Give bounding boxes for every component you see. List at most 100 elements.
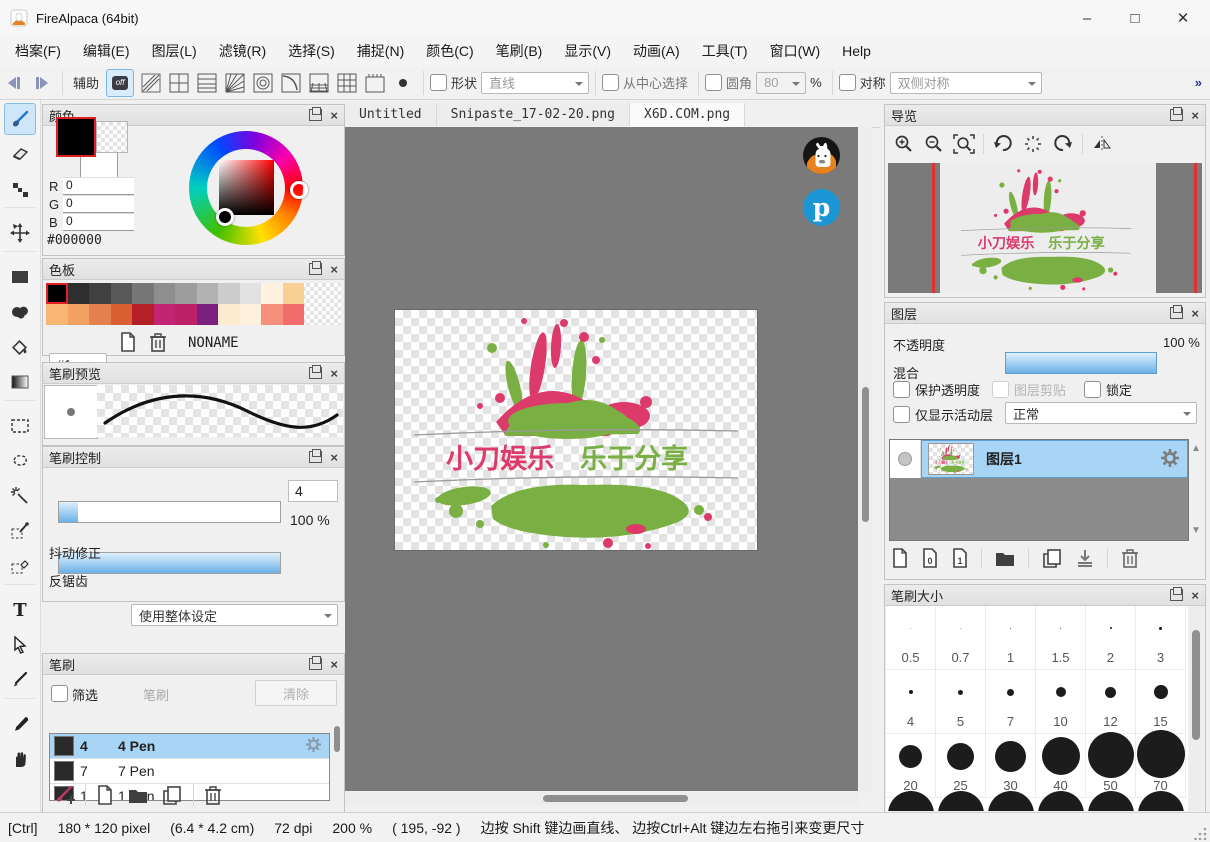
brush-size-cell[interactable]: 20 <box>886 734 936 798</box>
palette-new-icon[interactable] <box>118 331 138 353</box>
menu-item[interactable]: 滤镜(R) <box>208 38 277 64</box>
alpaca-badge[interactable] <box>803 137 840 174</box>
layer-settings-gear-icon[interactable] <box>1161 449 1179 470</box>
brush-list-item[interactable]: 7 7 Pen <box>50 759 329 784</box>
pointer-tool-icon[interactable] <box>4 629 36 661</box>
sv-marker[interactable] <box>216 208 234 226</box>
canvas-horizontal-scrollbar[interactable] <box>345 792 858 805</box>
palette-swatch[interactable] <box>154 283 176 304</box>
brush-size-cell[interactable]: 2 <box>1086 606 1136 670</box>
merge-down-icon[interactable] <box>1075 547 1095 569</box>
layer-row[interactable]: 图层1 <box>890 440 1188 478</box>
pen-tool-icon[interactable] <box>4 664 36 696</box>
jitter-select[interactable]: 使用整体设定 <box>131 604 338 626</box>
brush-size-cell[interactable]: 70 <box>1136 734 1186 798</box>
opacity-slider[interactable] <box>1005 352 1157 374</box>
brush-size-cell[interactable]: 30 <box>986 734 1036 798</box>
palette-swatch[interactable] <box>46 304 68 325</box>
palette-swatch[interactable] <box>283 304 305 325</box>
float-panel-icon[interactable] <box>309 451 322 463</box>
layer-scroll-down-icon[interactable]: ▼ <box>1191 525 1201 536</box>
brush-list-scrollbar[interactable] <box>334 726 340 752</box>
brush-size-cell[interactable]: 0.5 <box>886 606 936 670</box>
palette-swatch[interactable] <box>283 283 305 304</box>
toolbar-overflow-button[interactable]: » <box>1195 75 1202 90</box>
maximize-button[interactable]: □ <box>1112 0 1158 36</box>
brush-size-cell[interactable]: 25 <box>936 734 986 798</box>
close-panel-icon[interactable]: × <box>1191 589 1199 602</box>
eraser-tool-icon[interactable] <box>4 138 36 170</box>
zoom-out-icon[interactable] <box>919 131 949 157</box>
brush-size-slider[interactable] <box>58 501 281 523</box>
assist-grid-icon[interactable] <box>334 70 360 96</box>
palette-swatch[interactable] <box>154 304 176 325</box>
brush-duplicate-icon[interactable] <box>161 784 183 806</box>
canvas-viewport[interactable]: p <box>345 127 858 791</box>
text-tool-icon[interactable]: T <box>4 594 36 626</box>
close-panel-icon[interactable]: × <box>330 263 338 276</box>
assist-hatch-horizontal-icon[interactable] <box>194 70 220 96</box>
brush-clear-button[interactable]: 清除 <box>255 680 337 706</box>
float-panel-icon[interactable] <box>1170 307 1183 319</box>
brush-folder-icon[interactable] <box>127 784 149 806</box>
close-panel-icon[interactable]: × <box>330 109 338 122</box>
palette-swatch[interactable] <box>197 283 219 304</box>
brush-size-cell[interactable]: 0.7 <box>936 606 986 670</box>
float-panel-icon[interactable] <box>309 658 322 670</box>
center-select-checkbox[interactable] <box>602 74 619 91</box>
palette-swatch[interactable] <box>240 304 262 325</box>
brush-list-item[interactable]: 4 4 Pen <box>50 734 329 759</box>
active-only-checkbox[interactable] <box>893 406 910 423</box>
brush-trash-icon[interactable] <box>203 784 223 806</box>
symmetry-checkbox[interactable] <box>839 74 856 91</box>
float-panel-icon[interactable] <box>1170 109 1183 121</box>
b-value-slider[interactable]: 0 <box>63 213 134 231</box>
brush-search-input[interactable]: 笔刷 <box>143 685 169 704</box>
close-panel-icon[interactable]: × <box>1191 307 1199 320</box>
foreground-color-swatch[interactable] <box>56 117 96 157</box>
assist-curve-icon[interactable] <box>278 70 304 96</box>
symmetry-select[interactable]: 双侧对称 <box>890 72 1042 94</box>
brush-size-cell[interactable]: 12 <box>1086 670 1136 734</box>
select-pen-tool-icon[interactable] <box>4 515 36 547</box>
sv-square[interactable] <box>219 160 274 215</box>
palette-swatch[interactable] <box>240 283 262 304</box>
bucket-tool-icon[interactable] <box>4 331 36 363</box>
resize-grip[interactable] <box>1194 826 1208 840</box>
corner-value-select[interactable]: 80 <box>756 72 806 94</box>
brush-size-value[interactable]: 4 <box>288 480 338 502</box>
brush-size-cell[interactable]: 10 <box>1036 670 1086 734</box>
brush-size-cell[interactable]: 15 <box>1136 670 1186 734</box>
rotate-ccw-icon[interactable] <box>988 131 1018 157</box>
brush-size-scrollbar[interactable] <box>1189 606 1203 811</box>
assist-concentric-icon[interactable] <box>250 70 276 96</box>
brush-size-cell[interactable]: 3 <box>1136 606 1186 670</box>
menu-item[interactable]: 颜色(C) <box>415 38 484 64</box>
float-panel-icon[interactable] <box>309 263 322 275</box>
palette-swatch[interactable] <box>132 304 154 325</box>
menu-item[interactable]: 显示(V) <box>553 38 622 64</box>
rotate-cw-icon[interactable] <box>1048 131 1078 157</box>
minimize-button[interactable]: – <box>1064 0 1110 36</box>
transparent-color-swatch[interactable] <box>96 121 128 153</box>
select-eraser-tool-icon[interactable] <box>4 550 36 582</box>
assist-dot-icon[interactable] <box>390 70 416 96</box>
hand-tool-icon[interactable] <box>4 743 36 775</box>
brush-size-cell[interactable]: 40 <box>1036 734 1086 798</box>
document-tab[interactable]: Untitled <box>345 103 437 126</box>
assist-window-cross-icon[interactable] <box>166 70 192 96</box>
canvas-vertical-scrollbar[interactable] <box>859 127 872 791</box>
palette-swatch[interactable] <box>175 283 197 304</box>
select-lasso-tool-icon[interactable] <box>4 445 36 477</box>
menu-item[interactable]: 窗口(W) <box>759 38 832 64</box>
menu-item[interactable]: Help <box>831 38 882 64</box>
palette-swatch[interactable] <box>68 304 90 325</box>
close-button[interactable]: ✕ <box>1160 0 1206 36</box>
select-rect-tool-icon[interactable] <box>4 410 36 442</box>
brush-size-cell[interactable]: 1.5 <box>1036 606 1086 670</box>
r-value-slider[interactable]: 0 <box>63 177 134 195</box>
palette-swatch[interactable] <box>261 283 283 304</box>
palette-trash-icon[interactable] <box>148 331 168 353</box>
brush-settings-gear-icon[interactable] <box>306 737 321 755</box>
palette-swatch[interactable] <box>261 304 283 325</box>
